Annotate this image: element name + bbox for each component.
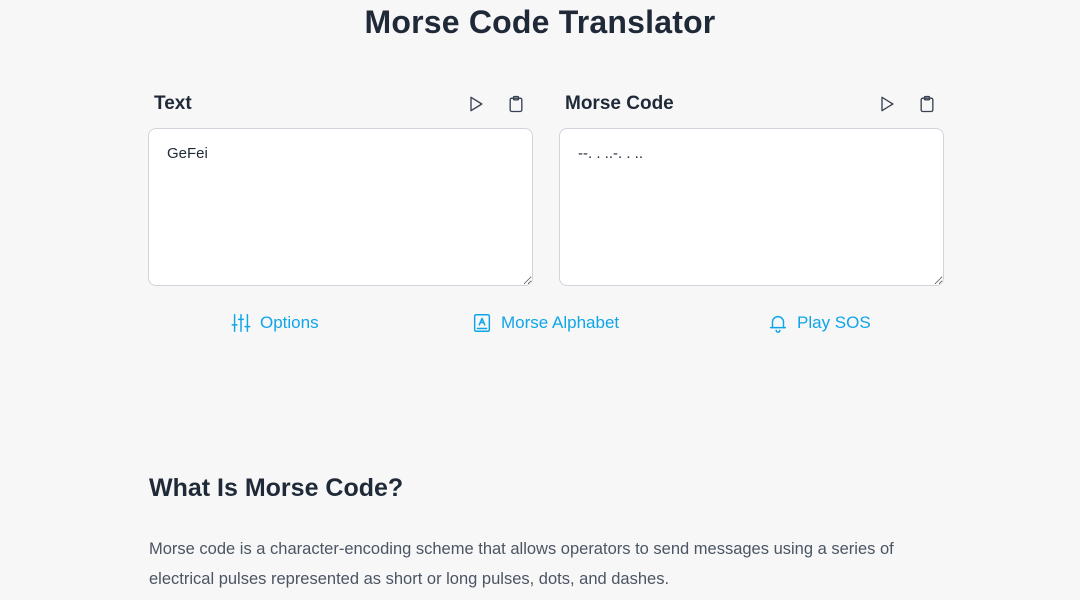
morse-alphabet-label: Morse Alphabet [501,313,620,332]
section-body: Morse code is a character-encoding schem… [149,540,894,588]
play-sos-link[interactable]: Play SOS [767,312,871,334]
morse-panel-actions [876,93,944,115]
play-sos-label: Play SOS [797,313,871,332]
page-title: Morse Code Translator [364,4,716,40]
clipboard-icon [920,95,934,113]
morse-panel-header: Morse Code [559,88,944,120]
play-icon [881,96,894,112]
bell-icon [769,315,787,333]
options-link[interactable]: Options [230,312,319,334]
book-icon [473,314,491,332]
clipboard-icon [509,95,523,113]
morse-input[interactable]: --. . ..-. . .. [559,128,944,286]
morse-panel-label: Morse Code [565,93,674,114]
text-panel-header: Text [148,88,533,120]
text-panel-actions [465,93,533,115]
play-icon [470,96,483,112]
morse-alphabet-link[interactable]: Morse Alphabet [471,312,619,334]
options-label: Options [260,313,319,332]
text-copy-button[interactable] [505,93,527,115]
sliders-icon [231,314,251,332]
text-input[interactable]: GeFei [148,128,533,286]
morse-copy-button[interactable] [916,93,938,115]
text-panel: Text GeFei [148,88,533,291]
morse-panel: Morse Code --. . ..-. . .. [559,88,944,291]
text-panel-label: Text [154,93,192,114]
text-play-button[interactable] [465,93,487,115]
actions-row: Options Morse Alphabet Play SOS [148,312,944,340]
morse-play-button[interactable] [876,93,898,115]
section-heading: What Is Morse Code? [149,474,404,502]
